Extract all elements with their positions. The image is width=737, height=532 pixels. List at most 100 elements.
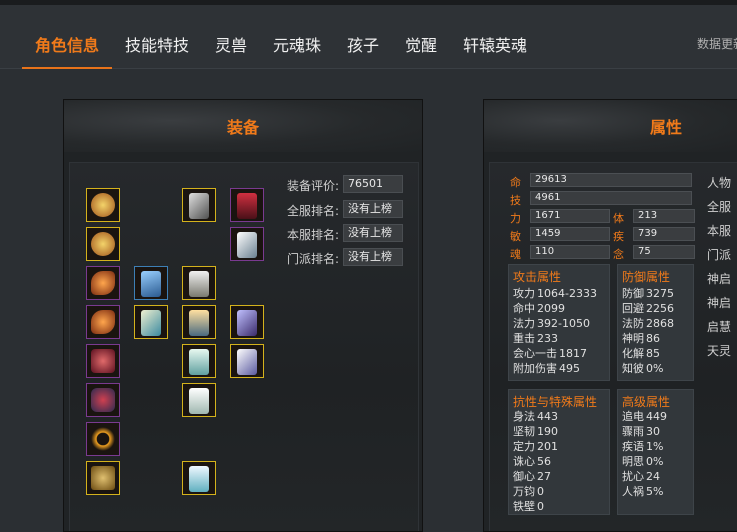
stat-ti: 体 213 [613, 209, 695, 226]
stat-ji: 技 4961 [510, 191, 692, 208]
rank-global-row: 全服排名: 没有上榜 [287, 200, 403, 219]
tab-child[interactable]: 孩子 [347, 32, 379, 56]
equip-score-label: 装备评价: [287, 179, 340, 193]
stat-ming-value: 29613 [530, 173, 692, 187]
tab-character-info[interactable]: 角色信息 [35, 32, 99, 56]
advanced-row: 骤雨 30 [622, 425, 660, 438]
side-label: 人物 [707, 176, 732, 190]
tab-bar: 角色信息 技能特技 灵兽 元魂珠 孩子 觉醒 轩辕英魂 数据更新 [0, 5, 737, 69]
equip-slot-shoulder[interactable] [230, 227, 264, 261]
attack-title: 攻击属性 [513, 270, 562, 284]
tab-xuanyuan[interactable]: 轩辕英魂 [463, 32, 527, 56]
defense-attributes-box: 防御属性 防御 3275 回避 2256 法防 2868 神明 86 化解 85 知彼 0% [617, 264, 694, 381]
resist-row: 坚韧 190 [513, 425, 558, 438]
stat-nian: 念 75 [613, 245, 695, 262]
rank-server-row: 本服排名: 没有上榜 [287, 224, 403, 243]
equip-slot-legs[interactable] [182, 344, 216, 378]
stat-ji2-label: 疾 [613, 230, 624, 243]
rank-server-label: 本服排名: [287, 228, 340, 242]
stat-min-label: 敏 [510, 230, 521, 243]
advanced-attributes-box: 高级属性 追电 449 骤雨 30 疾语 1% 明思 0% 扰心 24 人祸 5% [617, 389, 694, 515]
attribute-title: 属性 [650, 118, 683, 137]
active-tab-underline [22, 67, 112, 69]
advanced-row: 明思 0% [622, 455, 664, 468]
equip-slot-amulet[interactable] [86, 188, 120, 222]
side-label: 神启 [707, 272, 732, 286]
tab-spirit-beast[interactable]: 灵兽 [215, 32, 247, 56]
stat-min-value: 1459 [530, 227, 610, 241]
equip-slot-cape[interactable] [230, 305, 264, 339]
data-update-link[interactable]: 数据更新 [697, 35, 737, 52]
equipment-title: 装备 [226, 118, 259, 137]
stat-min: 敏 1459 [510, 227, 610, 244]
stat-ji2-value: 739 [633, 227, 695, 241]
side-label: 天灵 [707, 344, 732, 358]
resist-row: 铁壁 0 [513, 500, 544, 513]
stat-ti-value: 213 [633, 209, 695, 223]
equip-slot-wing[interactable] [134, 266, 168, 300]
side-label: 本服 [707, 224, 732, 238]
stat-hun-label: 魂 [510, 248, 521, 261]
equip-slot-belt[interactable] [86, 383, 120, 417]
equip-slot-boots[interactable] [182, 461, 216, 495]
tab-skills[interactable]: 技能特技 [125, 32, 189, 56]
stat-ming: 命 29613 [510, 173, 692, 190]
stat-ji-label: 技 [510, 194, 521, 207]
equipment-header: 装备 [64, 100, 422, 152]
equip-slot-fashion[interactable] [230, 344, 264, 378]
tab-awaken[interactable]: 觉醒 [405, 32, 437, 56]
defense-row: 法防 2868 [622, 317, 674, 330]
equip-slot-armor[interactable] [182, 266, 216, 300]
advanced-row: 疾语 1% [622, 440, 664, 453]
equip-slot-ring-2[interactable] [86, 305, 120, 339]
resist-row: 诛心 56 [513, 455, 551, 468]
advanced-row: 追电 449 [622, 410, 667, 423]
side-label: 门派 [707, 248, 732, 262]
equip-slot-chest[interactable] [182, 305, 216, 339]
defense-row: 回避 2256 [622, 302, 674, 315]
stat-nian-value: 75 [633, 245, 695, 259]
attack-row: 法力 392-1050 [513, 317, 590, 330]
attack-row: 附加伤害 495 [513, 362, 580, 375]
tab-soul-orb[interactable]: 元魂珠 [273, 32, 321, 56]
stat-ming-label: 命 [510, 176, 521, 189]
advanced-row: 人祸 5% [622, 485, 664, 498]
attack-row: 命中 2099 [513, 302, 565, 315]
attribute-header: 属性 [484, 100, 737, 152]
side-label: 全服 [707, 200, 732, 214]
equip-slot-bracer[interactable] [86, 344, 120, 378]
equip-slot-necklace[interactable] [86, 422, 120, 456]
advanced-row: 扰心 24 [622, 470, 660, 483]
equip-slot-talisman[interactable] [86, 461, 120, 495]
defense-row: 神明 86 [622, 332, 660, 345]
equip-slot-pants[interactable] [182, 383, 216, 417]
equip-slot-amulet-2[interactable] [86, 227, 120, 261]
side-label: 神启 [707, 296, 732, 310]
resist-row: 身法 443 [513, 410, 558, 423]
side-label: 启慧 [707, 320, 732, 334]
stat-ti-label: 体 [613, 212, 624, 225]
equip-score-value: 76501 [343, 175, 403, 193]
rank-sect-row: 门派排名: 没有上榜 [287, 248, 403, 267]
attribute-panel: 属性 命 29613 技 4961 力 1671 体 213 敏 1459 疾 … [483, 99, 737, 532]
resist-attributes-box: 抗性与特殊属性 身法 443 坚韧 190 定力 201 诛心 56 御心 27 万钧 0 … [508, 389, 610, 515]
equip-slot-gloves[interactable] [230, 188, 264, 222]
rank-global-value: 没有上榜 [343, 200, 403, 218]
rank-global-label: 全服排名: [287, 204, 340, 218]
attack-row: 会心一击 1817 [513, 347, 587, 360]
rank-server-value: 没有上榜 [343, 224, 403, 242]
stat-ji-value: 4961 [530, 191, 692, 205]
defense-row: 化解 85 [622, 347, 660, 360]
defense-row: 防御 3275 [622, 287, 674, 300]
resist-row: 万钧 0 [513, 485, 544, 498]
stat-li: 力 1671 [510, 209, 610, 226]
equip-score-row: 装备评价: 76501 [287, 175, 403, 194]
equip-slot-weapon-2[interactable] [134, 305, 168, 339]
resist-row: 御心 27 [513, 470, 551, 483]
defense-title: 防御属性 [622, 270, 671, 284]
equip-slot-helmet[interactable] [182, 188, 216, 222]
attack-row: 攻力 1064-2333 [513, 287, 597, 300]
stat-hun: 魂 110 [510, 245, 610, 262]
rank-sect-label: 门派排名: [287, 252, 340, 266]
equip-slot-ring-1[interactable] [86, 266, 120, 300]
